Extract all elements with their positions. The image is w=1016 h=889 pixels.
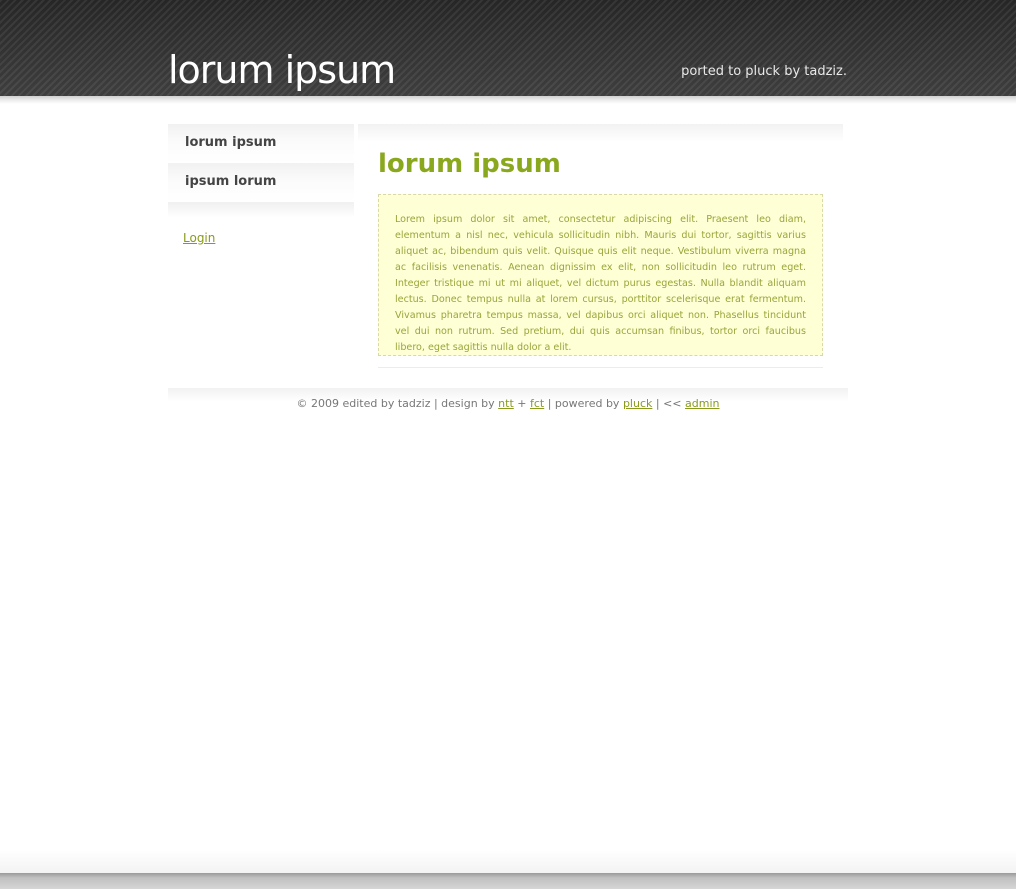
- sidebar-item-lorum-ipsum[interactable]: lorum ipsum: [168, 124, 354, 163]
- ntt-link[interactable]: ntt: [498, 397, 514, 410]
- login-link[interactable]: Login: [183, 231, 215, 245]
- content-text: Lorem ipsum dolor sit amet, consectetur …: [395, 214, 806, 353]
- sidebar-menu: lorum ipsum ipsum lorum: [168, 124, 354, 218]
- header-divider: [0, 96, 1016, 104]
- main-content: lorum ipsum Lorem ipsum dolor sit amet, …: [358, 124, 843, 369]
- footer-plus: +: [513, 397, 530, 410]
- footer-copyright: © 2009 edited by tadziz | design by: [296, 397, 499, 410]
- footer: © 2009 edited by tadziz | design by ntt …: [168, 397, 848, 411]
- footer-powered-by: | powered by: [544, 397, 623, 410]
- sidebar-menu-bottom: [168, 202, 354, 218]
- sidebar-item-ipsum-lorum[interactable]: ipsum lorum: [168, 163, 354, 202]
- window-bottom-edge: [0, 873, 1016, 889]
- footer-separator: | <<: [652, 397, 686, 410]
- admin-link[interactable]: admin: [685, 397, 719, 410]
- content-divider: [378, 367, 823, 368]
- site-title: lorum ipsum: [168, 48, 396, 92]
- site-header: lorum ipsum ported to pluck by tadziz.: [0, 0, 1016, 96]
- content-box: Lorem ipsum dolor sit amet, consectetur …: [378, 194, 823, 356]
- pluck-link[interactable]: pluck: [623, 397, 652, 410]
- window-bottom-shadow: [0, 850, 1016, 873]
- page-title: lorum ipsum: [378, 149, 561, 179]
- fct-link[interactable]: fct: [530, 397, 544, 410]
- site-tagline: ported to pluck by tadziz.: [681, 64, 847, 79]
